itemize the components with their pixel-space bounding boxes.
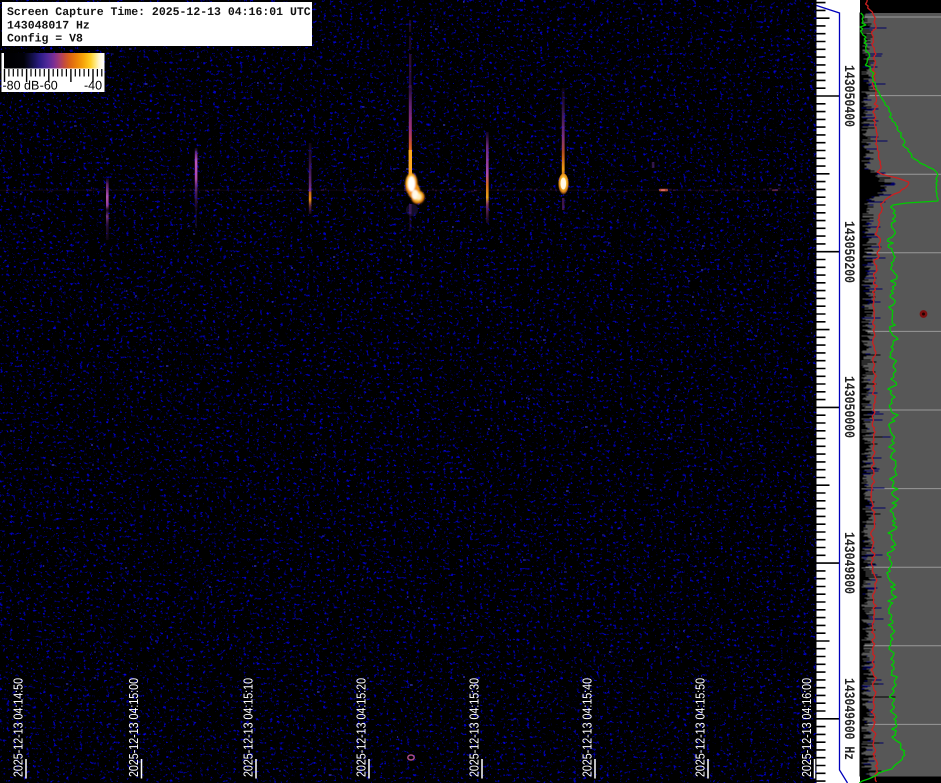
svg-text:2025-12-13 04:16:00: 2025-12-13 04:16:00: [799, 678, 814, 777]
svg-text:2025-12-13 04:15:40: 2025-12-13 04:15:40: [580, 678, 595, 777]
svg-text:2025-12-13 04:15:20: 2025-12-13 04:15:20: [354, 678, 369, 777]
svg-text:2025-12-13 04:14:50: 2025-12-13 04:14:50: [11, 678, 26, 777]
svg-text:2025-12-13 04:15:50: 2025-12-13 04:15:50: [693, 678, 708, 777]
svg-text:143050200: 143050200: [840, 221, 856, 283]
svg-text:143049800: 143049800: [840, 532, 856, 594]
svg-text:143050400: 143050400: [840, 65, 856, 127]
svg-text:-80 dB: -80 dB: [3, 79, 40, 93]
svg-text:2025-12-13 04:15:30: 2025-12-13 04:15:30: [467, 678, 482, 777]
svg-text:-60: -60: [40, 79, 58, 93]
svg-text:Config = V8: Config = V8: [7, 33, 83, 46]
svg-text:143049600 Hz: 143049600 Hz: [840, 678, 856, 760]
svg-text:2025-12-13 04:15:00: 2025-12-13 04:15:00: [126, 678, 141, 777]
svg-text:2025-12-13 04:15:10: 2025-12-13 04:15:10: [241, 678, 256, 777]
svg-text:Screen Capture Time: 2025-12-1: Screen Capture Time: 2025-12-13 04:16:01…: [7, 6, 311, 19]
svg-text:143050000: 143050000: [840, 376, 856, 438]
svg-text:143048017 Hz: 143048017 Hz: [7, 19, 90, 32]
svg-text:-40: -40: [84, 79, 102, 93]
